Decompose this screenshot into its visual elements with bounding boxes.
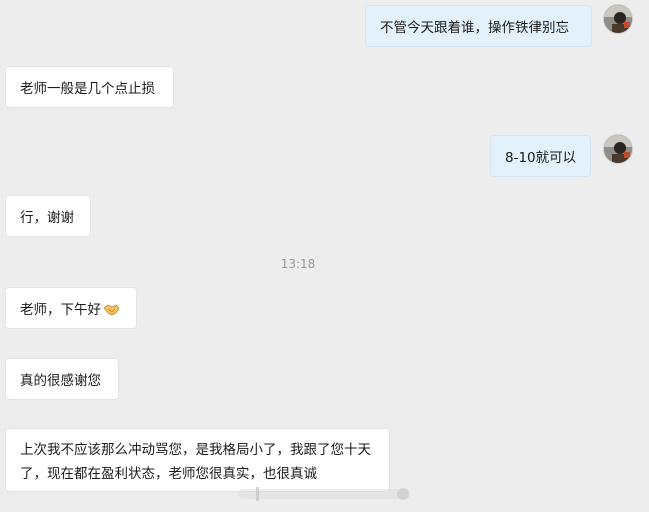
message-text: 老师，下午好 (20, 302, 101, 318)
message-text: 上次我不应该那么冲动骂您，是我格局小了，我跟了您十天了，现在都在盈利状态，老师您… (20, 442, 371, 482)
user-avatar[interactable] (603, 134, 633, 164)
message-text: 不管今天跟着谁，操作铁律别忘 (380, 20, 569, 36)
outgoing-message-bubble[interactable]: 8-10就可以 (490, 135, 591, 177)
chat-message-list: 不管今天跟着谁，操作铁律别忘 老师一般是几个点止损 8-10就可以 行，谢谢 1… (0, 0, 649, 512)
watermark-logo-icon (238, 487, 410, 501)
message-text: 老师一般是几个点止损 (20, 81, 155, 97)
incoming-message-bubble[interactable]: 老师一般是几个点止损 (5, 66, 174, 108)
incoming-message-bubble[interactable]: 真的很感谢您 (5, 358, 119, 400)
avatar-photo-icon (604, 5, 632, 33)
incoming-message-bubble[interactable]: 行，谢谢 (5, 195, 91, 237)
message-text: 行，谢谢 (20, 210, 74, 226)
message-text: 真的很感谢您 (20, 373, 101, 389)
user-avatar[interactable] (603, 4, 633, 34)
timestamp-divider: 13:18 (280, 257, 316, 271)
avatar-photo-icon (604, 135, 632, 163)
incoming-message-bubble[interactable]: 老师，下午好 (5, 287, 137, 329)
incoming-message-bubble[interactable]: 上次我不应该那么冲动骂您，是我格局小了，我跟了您十天了，现在都在盈利状态，老师您… (5, 428, 390, 492)
outgoing-message-bubble[interactable]: 不管今天跟着谁，操作铁律别忘 (365, 5, 592, 47)
handshake-emoji-icon (103, 304, 120, 316)
message-text: 8-10就可以 (505, 150, 577, 166)
